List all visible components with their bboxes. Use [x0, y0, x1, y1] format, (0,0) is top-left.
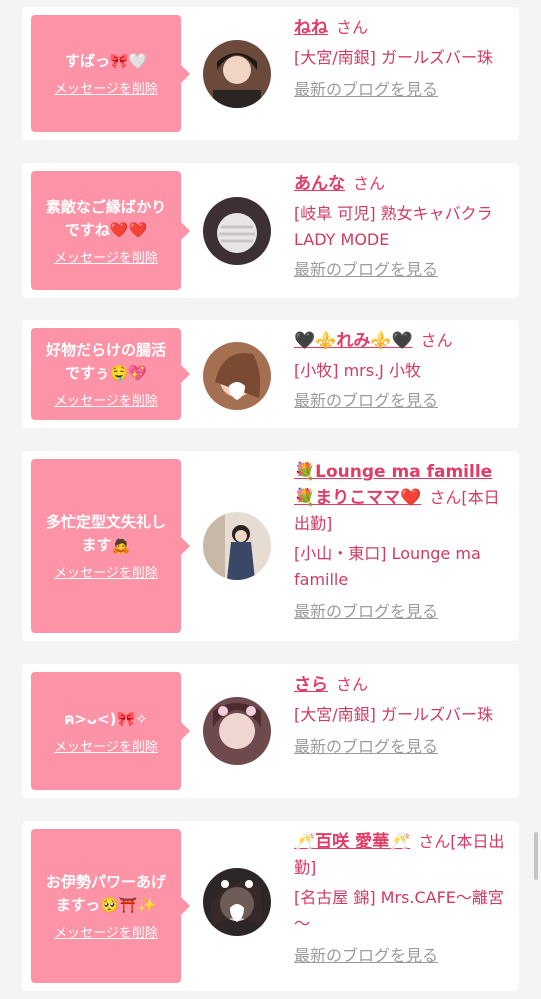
shop-name: [大宮/南銀] ガールズバー珠: [294, 48, 493, 67]
message-text: すばっ🎀🤍: [64, 52, 148, 70]
avatar[interactable]: [203, 342, 271, 410]
message-card: 好物だらけの腸活ですぅ🤤💖 メッセージを削除 🖤⚜️れみ⚜️🖤 さん [小牧] m…: [22, 320, 519, 428]
message-bubble: ฅ>ᴗ<)🎀✧ メッセージを削除: [31, 672, 190, 790]
profile-info: 🖤⚜️れみ⚜️🖤 さん [小牧] mrs.J 小牧 最新のブログを見る: [294, 328, 512, 414]
delete-message-link[interactable]: メッセージを削除: [54, 922, 158, 941]
shop-name: [岐阜 可児] 熟女キャバクラ LADY MODE: [294, 204, 493, 249]
message-text: お伊勢パワーあげますっ🥺⛩️✨: [45, 873, 166, 914]
message-card: 多忙定型文失礼します🙇 メッセージを削除 💐Lounge ma famille💐…: [22, 451, 519, 641]
message-text: ฅ>ᴗ<)🎀✧: [64, 709, 148, 728]
latest-blog-link[interactable]: 最新のブログを見る: [294, 77, 438, 103]
delete-message-link[interactable]: メッセージを削除: [54, 390, 158, 409]
message-bubble: 多忙定型文失礼します🙇 メッセージを削除: [31, 459, 190, 633]
profile-info: ねね さん [大宮/南銀] ガールズバー珠 最新のブログを見る: [294, 15, 512, 103]
delete-message-link[interactable]: メッセージを削除: [54, 562, 158, 581]
message-bubble: 好物だらけの腸活ですぅ🤤💖 メッセージを削除: [31, 328, 190, 420]
avatar[interactable]: [203, 868, 271, 936]
profile-name-link[interactable]: ねね: [294, 18, 328, 38]
honorific: さん: [336, 18, 369, 37]
profile-info: 🥂百咲 愛華🥂 さん[本日出勤] [名古屋 錦] Mrs.CAFE～離宮～ 最新の…: [294, 829, 512, 969]
delete-message-link[interactable]: メッセージを削除: [54, 736, 158, 755]
latest-blog-link[interactable]: 最新のブログを見る: [294, 943, 438, 969]
profile-name-link[interactable]: あんな: [294, 174, 345, 194]
message-bubble: お伊勢パワーあげますっ🥺⛩️✨ メッセージを削除: [31, 829, 190, 983]
latest-blog-link[interactable]: 最新のブログを見る: [294, 599, 438, 625]
message-text: 好物だらけの腸活ですぅ🤤💖: [45, 341, 166, 382]
profile-name-link[interactable]: 🖤⚜️れみ⚜️🖤: [294, 331, 413, 351]
delete-message-link[interactable]: メッセージを削除: [54, 247, 158, 266]
profile-info: さら さん [大宮/南銀] ガールズバー珠 最新のブログを見る: [294, 672, 512, 760]
message-card: 素敵なご縁ばかりですね❤️❤️ メッセージを削除 あんな さん [岐阜 可児] 熟…: [22, 163, 519, 298]
message-card: すばっ🎀🤍 メッセージを削除 ねね さん [大宮/南銀] ガールズバー珠 最新のブ…: [22, 7, 519, 140]
delete-message-link[interactable]: メッセージを削除: [54, 78, 158, 97]
profile-name-link[interactable]: さら: [294, 675, 328, 695]
avatar[interactable]: [203, 40, 271, 108]
message-bubble: 素敵なご縁ばかりですね❤️❤️ メッセージを削除: [31, 171, 190, 290]
honorific: さん: [420, 331, 453, 350]
honorific: さん: [418, 832, 451, 851]
latest-blog-link[interactable]: 最新のブログを見る: [294, 734, 438, 760]
shop-name: [小山・東口] Lounge ma famille: [294, 544, 481, 589]
message-card: お伊勢パワーあげますっ🥺⛩️✨ メッセージを削除 🥂百咲 愛華🥂 さん[本日出勤]…: [22, 821, 519, 991]
honorific: さん: [353, 174, 386, 193]
shop-name: [大宮/南銀] ガールズバー珠: [294, 705, 493, 724]
avatar[interactable]: [203, 197, 271, 265]
shop-name: [小牧] mrs.J 小牧: [294, 361, 421, 380]
profile-name-link[interactable]: 🥂百咲 愛華🥂: [294, 832, 410, 852]
message-text: 多忙定型文失礼します🙇: [45, 513, 166, 554]
avatar[interactable]: [203, 512, 271, 580]
latest-blog-link[interactable]: 最新のブログを見る: [294, 388, 438, 414]
profile-info: あんな さん [岐阜 可児] 熟女キャバクラ LADY MODE 最新のブログを見…: [294, 171, 512, 283]
latest-blog-link[interactable]: 最新のブログを見る: [294, 257, 438, 283]
profile-info: 💐Lounge ma famille💐まりこママ❤️ さん[本日出勤] [小山・東…: [294, 459, 512, 625]
shop-name: [名古屋 錦] Mrs.CAFE～離宮～: [294, 888, 504, 933]
message-card: ฅ>ᴗ<)🎀✧ メッセージを削除 さら さん [大宮/南銀] ガールズバー珠 最新…: [22, 664, 519, 798]
scrollbar[interactable]: [534, 832, 538, 880]
honorific: さん: [336, 675, 369, 694]
honorific: さん: [429, 488, 462, 507]
message-text: 素敵なご縁ばかりですね❤️❤️: [45, 197, 167, 239]
avatar[interactable]: [203, 697, 271, 765]
message-bubble: すばっ🎀🤍 メッセージを削除: [31, 15, 190, 132]
